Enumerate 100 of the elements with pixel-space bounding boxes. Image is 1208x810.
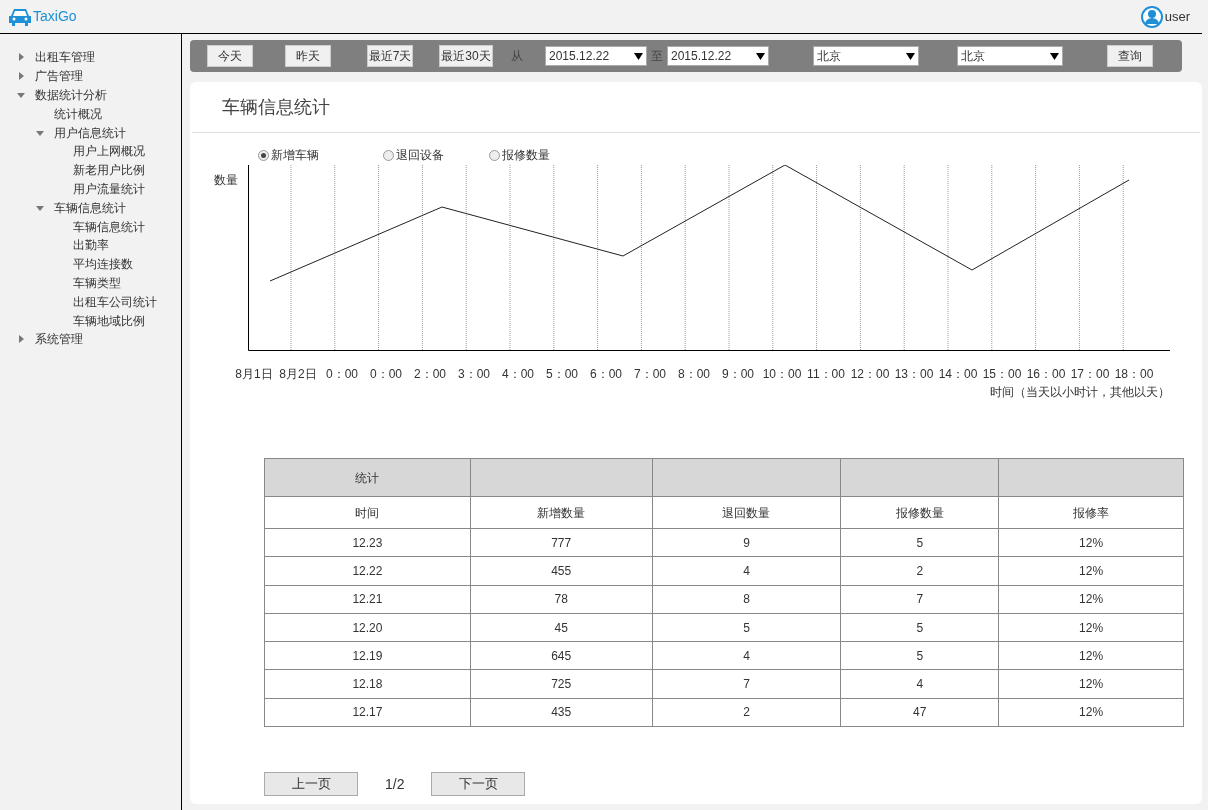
table-cell: 7 xyxy=(840,585,999,614)
user-name[interactable]: user xyxy=(1164,6,1190,27)
radio-option[interactable]: 退回设备 xyxy=(383,147,489,163)
x-axis-tick-label: 7：00 xyxy=(633,366,667,383)
table-cell: 12% xyxy=(998,613,1184,642)
caret-right-icon[interactable] xyxy=(16,52,26,63)
table-cell: 4 xyxy=(652,556,841,586)
sidebar-item[interactable]: 出租车公司统计 xyxy=(73,292,157,311)
x-axis-tick-label: 0：00 xyxy=(369,366,403,383)
start-date-select[interactable]: 2015.12.22 xyxy=(545,46,647,66)
sidebar-item[interactable]: 新老用户比例 xyxy=(73,161,145,180)
table-cell: 12.20 xyxy=(264,613,471,642)
from-label: 从 xyxy=(511,48,523,65)
query-button[interactable]: 查询 xyxy=(1107,45,1153,67)
sidebar-item[interactable]: 车辆信息统计 xyxy=(73,217,145,236)
table-cell: 12% xyxy=(998,670,1184,699)
panel-title: 车辆信息统计 xyxy=(222,95,330,119)
table-cell: 12.22 xyxy=(264,556,471,586)
sidebar-item[interactable]: 车辆类型 xyxy=(73,273,121,292)
table-cell: 4 xyxy=(652,641,841,670)
sidebar-item[interactable]: 出勤率 xyxy=(73,236,109,255)
date-range-button[interactable]: 最近30天 xyxy=(439,45,493,67)
table-cell: 725 xyxy=(470,670,653,699)
dropdown-arrow-icon xyxy=(1050,52,1059,60)
caret-right-icon[interactable] xyxy=(16,334,26,345)
table-cell: 78 xyxy=(470,585,653,614)
x-axis-tick-label: 3：00 xyxy=(457,366,491,383)
date-range-button[interactable]: 最近7天 xyxy=(367,45,413,67)
table-cell: 435 xyxy=(470,698,653,727)
table-cell: 45 xyxy=(470,613,653,642)
x-axis-tick-label: 18：00 xyxy=(1113,366,1155,383)
x-axis-tick-label: 4：00 xyxy=(501,366,535,383)
x-axis-tick-label: 11：00 xyxy=(806,366,846,383)
caret-right-icon[interactable] xyxy=(16,71,26,82)
sidebar-item[interactable]: 平均连接数 xyxy=(73,255,133,274)
x-axis-tick-label: 17：00 xyxy=(1069,366,1111,383)
column-header: 新增数量 xyxy=(470,496,653,529)
dropdown-arrow-icon xyxy=(756,52,765,60)
sidebar-item[interactable]: 出租车管理 xyxy=(35,48,95,67)
to-label: 至 xyxy=(651,48,663,65)
table-cell: 47 xyxy=(840,698,999,727)
sidebar-item[interactable]: 车辆信息统计 xyxy=(54,198,126,217)
sidebar-item[interactable]: 统计概况 xyxy=(54,104,102,123)
page-indicator: 1/2 xyxy=(385,774,405,794)
caret-down-icon[interactable] xyxy=(16,90,26,100)
table-cell: 455 xyxy=(470,556,653,586)
x-axis-tick-label: 12：00 xyxy=(849,366,891,383)
sidebar-item[interactable]: 用户信息统计 xyxy=(54,123,126,142)
table-group-header: 统计 xyxy=(264,458,471,497)
date-range-button[interactable]: 今天 xyxy=(207,45,253,67)
sidebar-item[interactable]: 车辆地域比例 xyxy=(73,311,145,330)
column-header: 退回数量 xyxy=(652,496,841,529)
next-page-button[interactable]: 下一页 xyxy=(431,772,526,797)
previous-page-button[interactable]: 上一页 xyxy=(264,772,358,797)
table-cell: 12% xyxy=(998,641,1184,670)
user-avatar-icon[interactable] xyxy=(1140,5,1163,28)
x-axis-tick-label: 16：00 xyxy=(1025,366,1067,383)
taxi-icon xyxy=(8,6,32,27)
sidebar-item[interactable]: 数据统计分析 xyxy=(35,86,107,104)
table-cell: 7 xyxy=(652,670,841,699)
dropdown-arrow-icon xyxy=(634,52,643,60)
column-header: 时间 xyxy=(264,496,471,529)
table-cell: 12.19 xyxy=(264,641,471,670)
table-cell: 5 xyxy=(840,641,999,670)
x-axis-tick-label: 10：00 xyxy=(761,366,803,383)
city-select[interactable]: 北京 xyxy=(957,46,1063,66)
table-cell: 12.17 xyxy=(264,698,471,727)
table-cell: 4 xyxy=(840,670,999,699)
sidebar-item[interactable]: 用户流量统计 xyxy=(73,179,145,198)
x-axis-tick-label: 6：00 xyxy=(589,366,623,383)
table-cell: 12.23 xyxy=(264,528,471,557)
logo-text: TaxiGo xyxy=(33,7,77,26)
column-header: 报修数量 xyxy=(840,496,999,529)
sidebar-item[interactable]: 系统管理 xyxy=(35,330,83,349)
x-axis-tick-label: 8月2日 xyxy=(278,366,318,383)
table-cell: 2 xyxy=(840,556,999,586)
x-axis-tick-label: 15：00 xyxy=(981,366,1023,383)
x-axis-tick-label: 14：00 xyxy=(937,366,979,383)
x-axis-label: 时间（当天以小时计，其他以天） xyxy=(990,384,1170,401)
table-cell: 8 xyxy=(652,585,841,614)
table-cell: 12.18 xyxy=(264,670,471,699)
x-axis-tick-label: 8：00 xyxy=(677,366,711,383)
table-cell: 777 xyxy=(470,528,653,557)
dropdown-arrow-icon xyxy=(906,52,915,60)
sidebar-item[interactable]: 用户上网概况 xyxy=(73,142,145,161)
date-range-button[interactable]: 昨天 xyxy=(285,45,331,67)
end-date-select[interactable]: 2015.12.22 xyxy=(667,46,769,66)
city-select[interactable]: 北京 xyxy=(813,46,919,66)
x-axis-tick-label: 8月1日 xyxy=(234,366,274,383)
x-axis-tick-label: 2：00 xyxy=(413,366,447,383)
x-axis-tick-label: 5：00 xyxy=(545,366,579,383)
table-cell: 5 xyxy=(840,613,999,642)
table-cell: 5 xyxy=(840,528,999,557)
radio-option[interactable]: 报修数量 xyxy=(489,147,589,163)
table-cell: 12% xyxy=(998,556,1184,586)
table-cell: 5 xyxy=(652,613,841,642)
table-cell: 12% xyxy=(998,585,1184,614)
y-axis-label: 数量 xyxy=(214,172,238,189)
sidebar-item[interactable]: 广告管理 xyxy=(35,67,83,86)
radio-option[interactable]: 新增车辆 xyxy=(258,147,383,163)
